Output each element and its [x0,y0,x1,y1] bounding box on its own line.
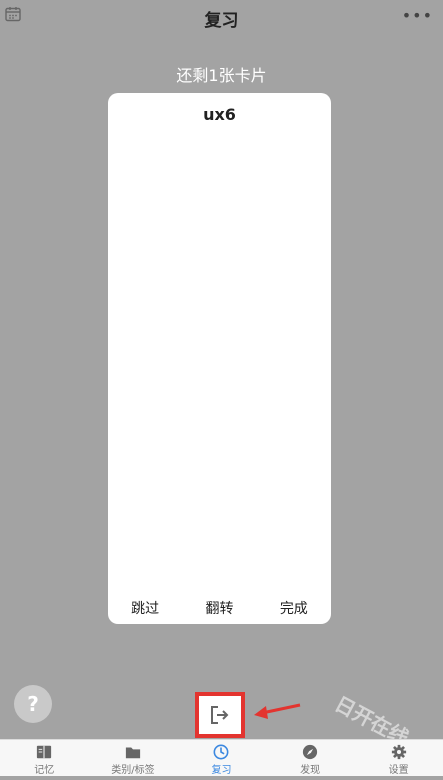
bottom-tab-bar: 记忆 类别/标签 复习 发现 设置 [0,739,443,776]
help-button[interactable]: ? [14,685,52,723]
page-title: 复习 [204,11,239,31]
annotation-arrow [254,703,301,719]
clock-icon [214,744,229,760]
card-actions: 跳过 翻转 完成 [108,598,331,618]
tab-discover-label: 发现 [300,765,321,776]
more-menu-icon[interactable]: ••• [402,6,433,25]
book-icon [37,745,52,759]
tab-settings-label: 设置 [388,765,409,776]
folder-icon [125,747,141,759]
exit-icon [211,706,229,724]
gear-icon [391,744,406,760]
card-word: ux6 [203,105,236,124]
skip-button[interactable]: 跳过 [108,598,182,618]
tab-review[interactable]: 复习 [177,740,266,776]
tab-categories-label: 类别/标签 [111,765,155,776]
tab-settings[interactable]: 设置 [354,740,443,776]
tab-discover[interactable]: 发现 [266,740,355,776]
done-button[interactable]: 完成 [257,598,331,618]
tab-memory[interactable]: 记忆 [0,740,89,776]
remaining-cards-text: 还剩1张卡片 [176,66,267,85]
exit-button[interactable] [195,692,245,738]
tab-categories[interactable]: 类别/标签 [89,740,178,776]
review-card[interactable]: ux6 跳过 翻转 完成 [108,93,331,624]
top-bar: 复习 ••• [0,0,443,36]
flip-button[interactable]: 翻转 [182,598,256,618]
tab-memory-label: 记忆 [34,765,55,776]
compass-icon [302,744,318,760]
tab-review-label: 复习 [211,765,232,776]
